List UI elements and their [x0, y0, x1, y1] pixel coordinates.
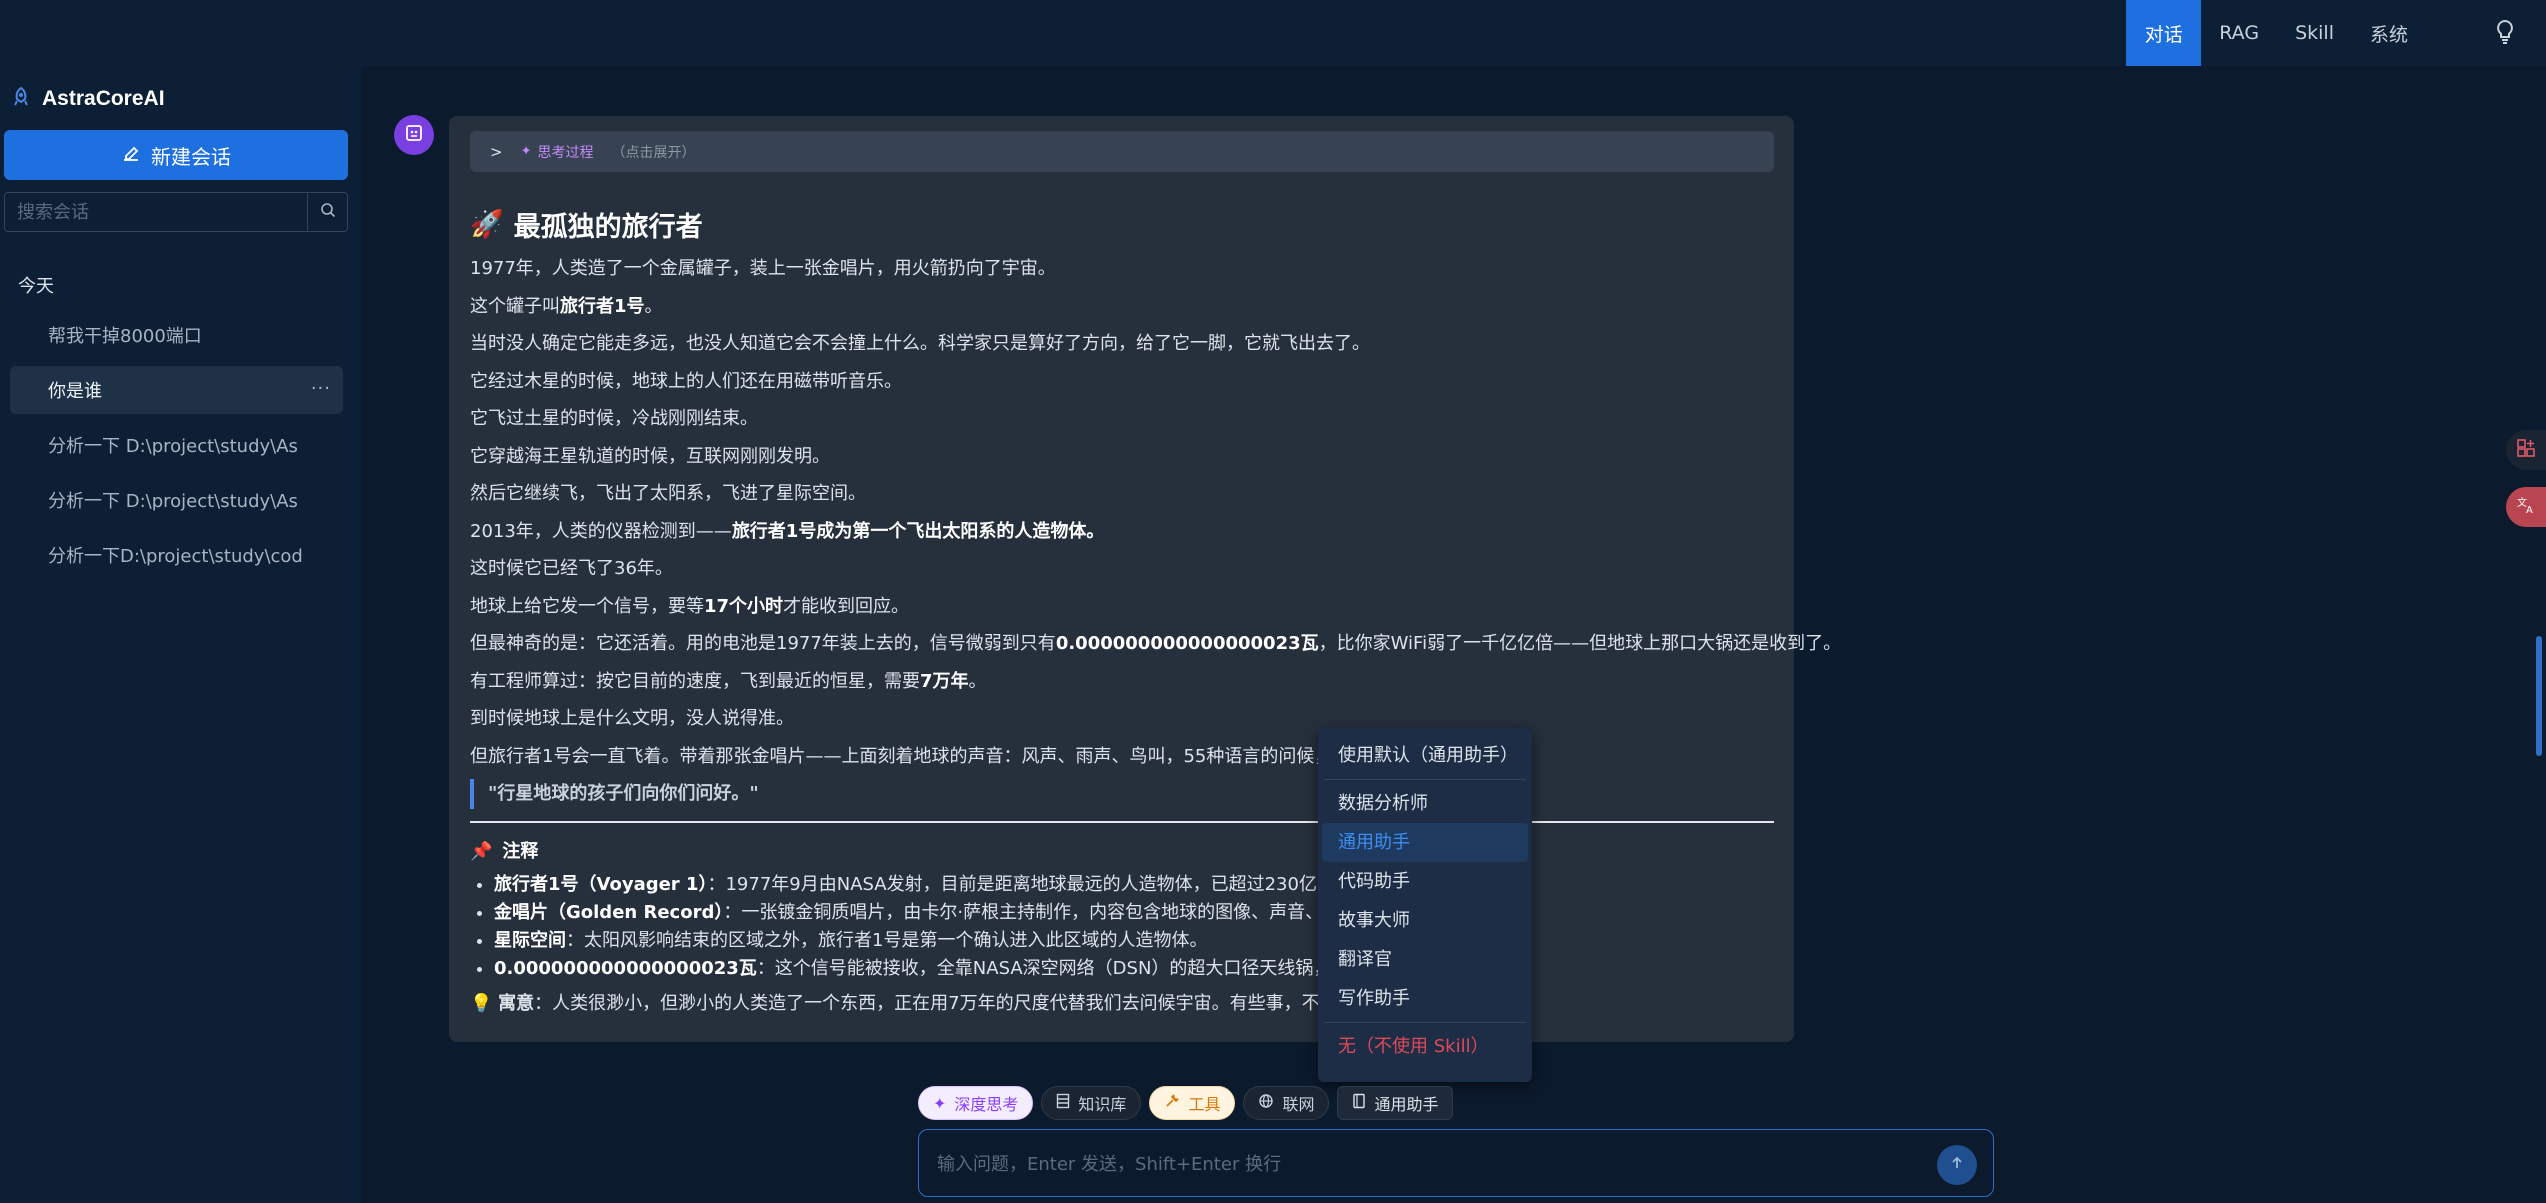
svg-text:A: A	[2526, 505, 2533, 516]
brand-name: AstraCoreAI	[42, 87, 165, 110]
message-paragraph: 地球上给它发一个信号，要等17个小时才能收到回应。	[470, 595, 910, 617]
sparkle-icon: ✦	[520, 144, 532, 159]
sidebar: AstraCoreAI 新建会话 今天 帮我干掉8000端口 你是谁 ··· 分…	[0, 66, 362, 1203]
assistant-message: > ✦ 思考过程 （点击展开） 🚀 最孤独的旅行者 1977年，人类造了一个金属…	[449, 116, 1842, 1042]
database-icon	[1056, 1093, 1070, 1113]
notes-list: 旅行者1号（Voyager 1）：1977年9月由NASA发射，目前是距离地球最…	[470, 871, 1780, 983]
sparkle-icon: ✦	[933, 1093, 947, 1113]
skill-selector[interactable]: 通用助手	[1337, 1086, 1454, 1120]
skill-option[interactable]: 数据分析师	[1318, 784, 1532, 823]
globe-icon	[1258, 1093, 1274, 1113]
note-item: 星际空间：太阳风影响结束的区域之外，旅行者1号是第一个确认进入此区域的人造物体。	[494, 927, 1780, 955]
dropdown-divider	[1324, 779, 1526, 780]
note-item: 金唱片（Golden Record）：一张镀金铜质唱片，由卡尔·萨根主持制作，内…	[494, 899, 1780, 927]
blockquote: "行星地球的孩子们向你们问好。"	[470, 779, 1780, 809]
message-title: 🚀 最孤独的旅行者	[470, 209, 703, 243]
thinking-label: 思考过程	[537, 144, 594, 161]
notes-heading: 📌 注释	[470, 837, 1780, 867]
rocket-logo-icon	[10, 86, 32, 112]
translate-float-button[interactable]: 文A	[2506, 487, 2546, 527]
web-search-toggle[interactable]: 联网	[1243, 1086, 1330, 1120]
conversation-item[interactable]: 帮我干掉8000端口	[10, 311, 343, 359]
chevron-right-icon: >	[490, 142, 503, 161]
meaning-line: 💡 寓意：人类很渺小，但渺小的人类造了一个东西，正在用7万年的尺度代替我们去问候…	[470, 993, 1338, 1014]
message-paragraph: 但最神奇的是：它还活着。用的电池是1977年装上去的，信号微弱到只有0.0000…	[470, 633, 1842, 654]
knowledge-base-toggle[interactable]: 知识库	[1041, 1086, 1142, 1120]
skill-option[interactable]: 代码助手	[1318, 862, 1532, 901]
robot-icon	[403, 122, 425, 148]
chat-input[interactable]	[937, 1148, 1917, 1180]
conversation-item[interactable]: 分析一下 D:\project\study\As	[10, 476, 343, 524]
divider	[470, 821, 1774, 823]
skill-option-selected[interactable]: 通用助手	[1322, 823, 1528, 862]
apps-grid-icon	[2515, 437, 2537, 463]
search-button[interactable]	[307, 193, 347, 231]
skill-dropdown: 使用默认（通用助手） 数据分析师 通用助手 代码助手 故事大师 翻译官 写作助手…	[1318, 728, 1532, 1082]
message-content: 🚀 最孤独的旅行者 1977年，人类造了一个金属罐子，装上一张金唱片，用火箭扔向…	[470, 198, 1842, 1019]
arrow-up-icon	[1949, 1155, 1965, 1175]
new-chat-button[interactable]: 新建会话	[4, 130, 348, 180]
message-paragraph: 然后它继续飞，飞出了太阳系，飞进了星际空间。	[470, 483, 866, 504]
skill-option[interactable]: 翻译官	[1318, 940, 1532, 979]
wrench-icon	[1164, 1093, 1180, 1113]
brand: AstraCoreAI	[10, 86, 165, 112]
assistant-avatar	[394, 115, 434, 155]
thinking-toggle[interactable]: > ✦ 思考过程 （点击展开）	[470, 131, 1774, 172]
book-icon	[1352, 1093, 1366, 1113]
new-chat-label: 新建会话	[151, 144, 231, 169]
apps-float-button[interactable]	[2506, 430, 2546, 470]
group-label-today: 今天	[18, 276, 54, 297]
message-paragraph: 有工程师算过：按它目前的速度，飞到最近的恒星，需要7万年。	[470, 670, 987, 692]
message-paragraph: 它穿越海王星轨道的时候，互联网刚刚发明。	[470, 445, 830, 467]
note-item: 旅行者1号（Voyager 1）：1977年9月由NASA发射，目前是距离地球最…	[494, 871, 1780, 899]
top-nav: 对话 RAG Skill 系统	[2126, 0, 2546, 66]
tools-toggle[interactable]: 工具	[1149, 1086, 1236, 1120]
send-button[interactable]	[1937, 1145, 1977, 1185]
scrollbar-thumb[interactable]	[2536, 636, 2542, 756]
more-options-icon[interactable]: ···	[311, 378, 331, 399]
conversation-item-active[interactable]: 你是谁 ···	[10, 366, 343, 414]
skill-option-default[interactable]: 使用默认（通用助手）	[1318, 736, 1532, 775]
message-paragraph: 它经过木星的时候，地球上的人们还在用磁带听音乐。	[470, 370, 902, 392]
message-paragraph: 这时候它已经飞了36年。	[470, 558, 673, 579]
top-bar: 对话 RAG Skill 系统	[0, 0, 2546, 66]
dropdown-divider	[1324, 1022, 1526, 1023]
skill-option[interactable]: 写作助手	[1318, 979, 1532, 1018]
translate-icon: 文A	[2515, 494, 2537, 520]
conversation-item[interactable]: 分析一下D:\project\study\cod	[10, 531, 343, 579]
input-toolbar: ✦ 深度思考 知识库 工具 联网 通用助手	[918, 1086, 1454, 1120]
chat-input-box	[918, 1129, 1994, 1197]
conversation-item[interactable]: 分析一下 D:\project\study\As	[10, 421, 343, 469]
nav-tab-skill[interactable]: Skill	[2277, 0, 2352, 66]
message-paragraph: 但旅行者1号会一直飞着。带着那张金唱片——上面刻着地球的声音：风声、雨声、鸟叫，…	[470, 745, 1351, 767]
deep-think-toggle[interactable]: ✦ 深度思考	[918, 1086, 1034, 1120]
nav-tab-chat[interactable]: 对话	[2126, 0, 2202, 66]
pushpin-icon: 📌	[470, 841, 493, 862]
message-paragraph: 1977年，人类造了一个金属罐子，装上一张金唱片，用火箭扔向了宇宙。	[470, 258, 1056, 279]
note-item: 0.000000000000000023瓦：这个信号能被接收，全靠NASA深空网…	[494, 955, 1780, 983]
search-box	[4, 192, 348, 232]
message-paragraphs: 1977年，人类造了一个金属罐子，装上一张金唱片，用火箭扔向了宇宙。 这个罐子叫旅…	[470, 250, 1842, 775]
rocket-emoji-icon: 🚀	[470, 209, 504, 240]
search-icon	[320, 202, 336, 222]
nav-tab-rag[interactable]: RAG	[2201, 0, 2277, 66]
skill-option-none[interactable]: 无（不使用 Skill）	[1318, 1027, 1532, 1066]
message-paragraph: 当时没人确定它能走多远，也没人知道它会不会撞上什么。科学家只是算好了方向，给了它…	[470, 333, 1370, 354]
thinking-hint: （点击展开）	[611, 144, 696, 161]
message-paragraph: 2013年，人类的仪器检测到——旅行者1号成为第一个飞出太阳系的人造物体。	[470, 520, 1105, 542]
search-input[interactable]	[5, 193, 307, 231]
nav-tab-system[interactable]: 系统	[2352, 0, 2426, 66]
message-paragraph: 到时候地球上是什么文明，没人说得准。	[470, 708, 794, 729]
skill-option[interactable]: 故事大师	[1318, 901, 1532, 940]
edit-icon	[121, 143, 141, 168]
lightbulb-icon[interactable]	[2494, 18, 2516, 48]
lightbulb-emoji-icon: 💡	[470, 993, 493, 1014]
message-paragraph: 这个罐子叫旅行者1号。	[470, 295, 663, 317]
message-paragraph: 它飞过土星的时候，冷战刚刚结束。	[470, 408, 758, 429]
